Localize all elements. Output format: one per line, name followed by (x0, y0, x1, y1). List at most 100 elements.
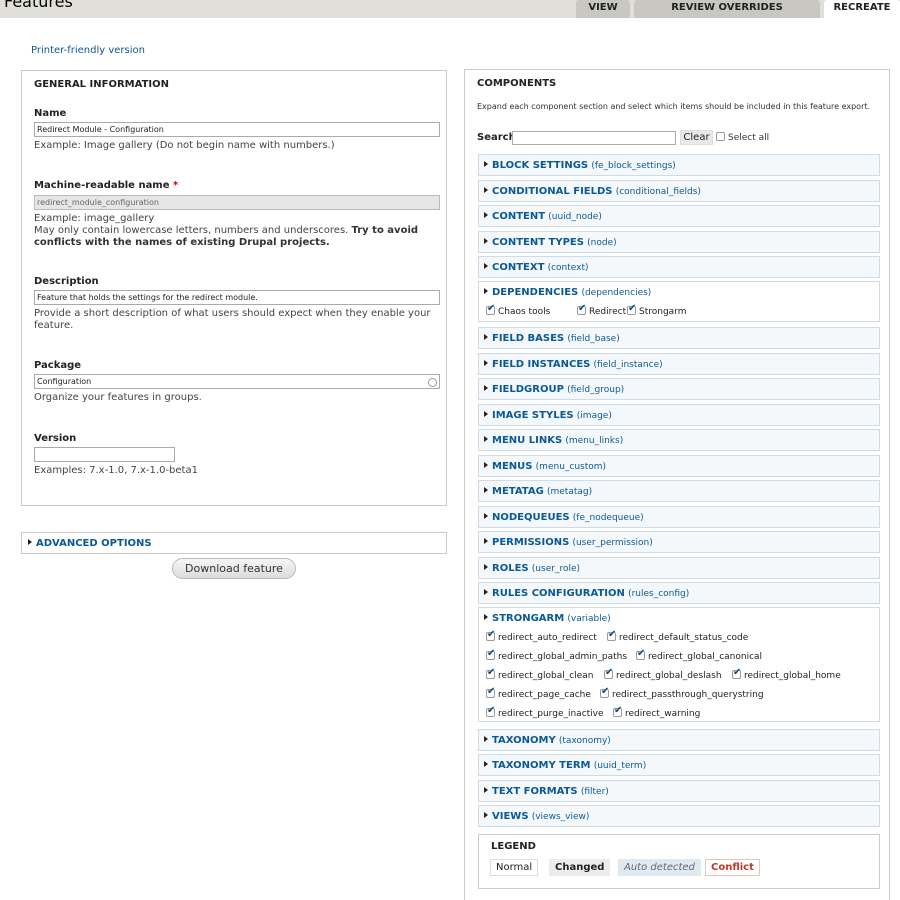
checkbox-checked-icon (486, 705, 495, 717)
collapsed-arrow-icon (484, 288, 488, 294)
dependency-checkbox[interactable]: Strongarm (627, 303, 687, 317)
machine-name-description: Example: image_gallery May only contain … (34, 213, 419, 248)
checkbox-checked-icon (577, 303, 586, 315)
component-section[interactable]: FIELD INSTANCES (field_instance) (478, 353, 880, 375)
component-section[interactable]: VIEWS (views_view) (478, 805, 880, 827)
collapsed-arrow-icon (484, 736, 488, 742)
component-section[interactable]: RULES CONFIGURATION (rules_config) (478, 582, 880, 604)
strongarm-checkbox[interactable]: redirect_global_deslash (604, 667, 722, 681)
checkbox-checked-icon (600, 686, 609, 698)
legend-normal-badge: Normal (490, 859, 539, 876)
checkbox-checked-icon (732, 667, 741, 679)
checkbox-checked-icon (636, 648, 645, 660)
strongarm-checkbox[interactable]: redirect_purge_inactive (486, 705, 604, 719)
tab-view[interactable]: VIEW (576, 0, 630, 18)
strongarm-checkbox[interactable]: redirect_global_admin_paths (486, 648, 627, 662)
component-section[interactable]: MENU LINKS (menu_links) (478, 429, 880, 451)
component-section[interactable]: MENUS (menu_custom) (478, 455, 880, 477)
component-section[interactable]: CONTENT (uuid_node) (478, 205, 880, 227)
description-label: Description (34, 276, 99, 287)
name-description: Example: Image gallery (Do not begin nam… (34, 140, 335, 151)
checkbox-checked-icon (486, 667, 495, 679)
component-section[interactable]: ROLES (user_role) (478, 557, 880, 579)
checkbox-checked-icon (486, 686, 495, 698)
machine-name-label: Machine-readable name * (34, 180, 179, 191)
component-section[interactable]: METATAG (metatag) (478, 480, 880, 502)
collapsed-arrow-icon (484, 385, 488, 391)
strongarm-checkbox[interactable]: redirect_passthrough_querystring (600, 686, 764, 700)
strongarm-checkbox[interactable]: redirect_global_canonical (636, 648, 762, 662)
description-input[interactable]: Feature that holds the settings for the … (34, 290, 440, 305)
version-label: Version (34, 433, 77, 444)
checkbox-checked-icon (604, 667, 613, 679)
collapsed-arrow-icon (484, 614, 488, 620)
component-section[interactable]: IMAGE STYLES (image) (478, 404, 880, 426)
dependency-checkbox[interactable]: Chaos tools (486, 303, 550, 317)
page-title: Features (4, 0, 73, 11)
collapsed-arrow-icon (484, 238, 488, 244)
package-input[interactable]: Configuration (34, 374, 440, 389)
select-all-checkbox[interactable]: Select all (716, 132, 769, 143)
general-information-legend: GENERAL INFORMATION (34, 79, 169, 90)
package-label: Package (34, 360, 82, 371)
component-section[interactable]: NODEQUEUES (fe_nodequeue) (478, 506, 880, 528)
checkbox-checked-icon (613, 705, 622, 717)
tab-recreate[interactable]: RECREATE (824, 0, 900, 18)
name-input[interactable]: Redirect Module - Configuration (34, 122, 440, 137)
collapsed-arrow-icon (484, 212, 488, 218)
collapsed-arrow-icon (484, 360, 488, 366)
version-description: Examples: 7.x-1.0, 7.x-1.0-beta1 (34, 465, 198, 476)
checkbox-checked-icon (607, 629, 616, 641)
advanced-options-fieldset[interactable]: ADVANCED OPTIONS (21, 532, 447, 554)
strongarm-checkbox[interactable]: redirect_page_cache (486, 686, 591, 700)
collapsed-arrow-icon (484, 761, 488, 767)
checkbox-checked-icon (486, 303, 495, 315)
component-section-strongarm[interactable]: STRONGARM (variable) redirect_auto_redir… (478, 607, 880, 722)
components-legend: COMPONENTS (477, 78, 557, 89)
collapsed-arrow-icon (484, 812, 488, 818)
strongarm-checkbox[interactable]: redirect_warning (613, 705, 700, 719)
collapsed-arrow-icon (484, 787, 488, 793)
collapsed-arrow-icon (484, 462, 488, 468)
legend-title: LEGEND (491, 841, 536, 852)
component-section[interactable]: CONDITIONAL FIELDS (conditional_fields) (478, 180, 880, 202)
component-section[interactable]: CONTEXT (context) (478, 256, 880, 278)
collapsed-arrow-icon (484, 538, 488, 544)
strongarm-checkbox[interactable]: redirect_auto_redirect (486, 629, 597, 643)
strongarm-checkbox[interactable]: redirect_default_status_code (607, 629, 748, 643)
component-section[interactable]: TAXONOMY (taxonomy) (478, 729, 880, 751)
strongarm-checkbox[interactable]: redirect_global_clean (486, 667, 593, 681)
collapsed-arrow-icon (484, 436, 488, 442)
component-section[interactable]: CONTENT TYPES (node) (478, 231, 880, 253)
tab-review-overrides[interactable]: REVIEW OVERRIDES (634, 0, 820, 18)
checkbox-icon (716, 132, 725, 141)
checkbox-checked-icon (486, 629, 495, 641)
dependency-checkbox[interactable]: Redirect (577, 303, 626, 317)
component-section[interactable]: BLOCK SETTINGS (fe_block_settings) (478, 154, 880, 176)
tab-bar: VIEW REVIEW OVERRIDES RECREATE (572, 0, 900, 18)
collapsed-arrow-icon (484, 487, 488, 493)
strongarm-checkbox[interactable]: redirect_global_home (732, 667, 841, 681)
clear-button[interactable]: Clear (680, 130, 713, 145)
required-mark: * (173, 180, 179, 191)
collapsed-arrow-icon (484, 513, 488, 519)
component-section-dependencies[interactable]: DEPENDENCIES (dependencies) Chaos tools … (478, 281, 880, 322)
legend-fieldset: LEGEND Normal Changed Auto detected Conf… (478, 834, 880, 889)
collapsed-arrow-icon (484, 187, 488, 193)
advanced-options-toggle[interactable]: ADVANCED OPTIONS (28, 538, 152, 549)
components-description: Expand each component section and select… (477, 102, 871, 111)
printer-friendly-link[interactable]: Printer-friendly version (31, 45, 145, 56)
component-section[interactable]: TEXT FORMATS (filter) (478, 780, 880, 802)
checkbox-checked-icon (627, 303, 636, 315)
component-section[interactable]: FIELDGROUP (field_group) (478, 378, 880, 400)
component-section[interactable]: FIELD BASES (field_base) (478, 327, 880, 349)
components-fieldset: COMPONENTS Expand each component section… (464, 69, 890, 900)
description-help: Provide a short description of what user… (34, 308, 431, 331)
download-feature-button[interactable]: Download feature (172, 558, 296, 579)
component-section[interactable]: PERMISSIONS (user_permission) (478, 531, 880, 553)
collapsed-arrow-icon (484, 411, 488, 417)
component-section[interactable]: TAXONOMY TERM (uuid_term) (478, 754, 880, 776)
version-input[interactable] (34, 447, 175, 462)
collapsed-arrow-icon (484, 263, 488, 269)
search-input[interactable] (512, 131, 676, 145)
